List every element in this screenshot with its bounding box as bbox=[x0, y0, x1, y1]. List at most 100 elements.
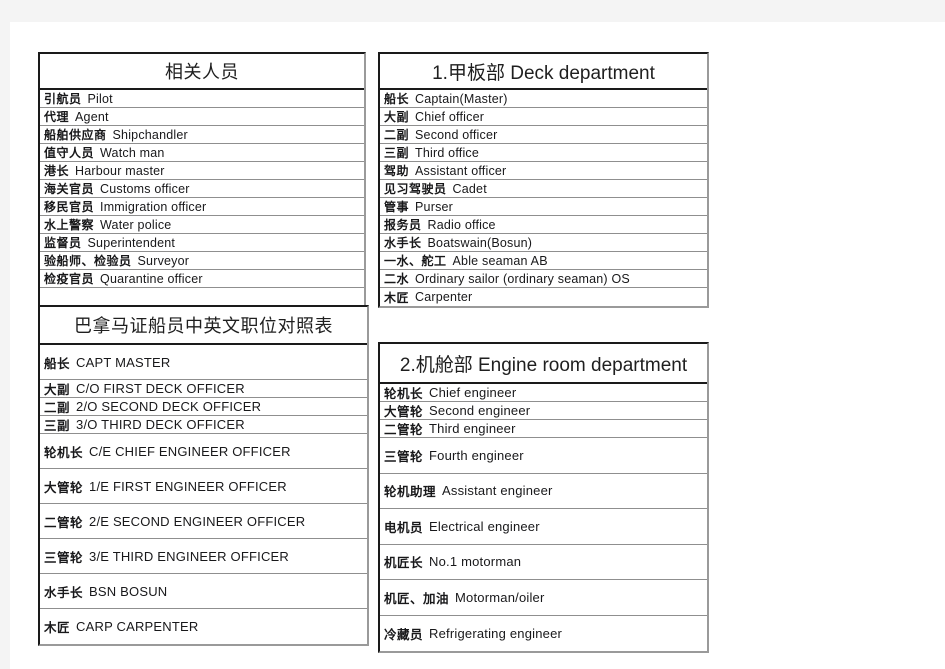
row-label-en: Boatswain(Bosun) bbox=[427, 235, 533, 250]
row-label-en: BSN BOSUN bbox=[89, 583, 168, 599]
table-row: 船长 Captain(Master) bbox=[380, 90, 707, 108]
row-label-cn: 管事 bbox=[384, 200, 410, 214]
row-label-en: Purser bbox=[415, 199, 454, 214]
table-row: 木匠 Carpenter bbox=[380, 288, 707, 306]
row-label-cn: 轮机长 bbox=[44, 444, 84, 460]
row-label-cn: 船长 bbox=[44, 355, 71, 371]
row-label-cn: 轮机长 bbox=[384, 386, 424, 401]
row-label-en: Fourth engineer bbox=[429, 447, 524, 463]
row-label-en: Third engineer bbox=[429, 421, 516, 436]
row-label-cn: 值守人员 bbox=[44, 146, 95, 160]
row-label-en: Assistant engineer bbox=[442, 483, 553, 499]
row-label-cn: 移民官员 bbox=[44, 200, 95, 214]
row-label-cn: 港长 bbox=[44, 164, 70, 178]
table-row: 三副 Third office bbox=[380, 144, 707, 162]
row-label-cn: 报务员 bbox=[384, 218, 422, 232]
table-row: 报务员 Radio office bbox=[380, 216, 707, 234]
row-label-en: Ordinary sailor (ordinary seaman) OS bbox=[415, 271, 630, 286]
row-label-en: C/O FIRST DECK OFFICER bbox=[76, 381, 245, 396]
row-label-en: Harbour master bbox=[75, 163, 165, 178]
row-label-cn: 三副 bbox=[44, 418, 71, 433]
table-row: 电机员 Electrical engineer bbox=[380, 509, 707, 545]
table-related-personnel: 相关人员 引航员 Pilot 代理 Agent 船舶供应商 Shipchandl… bbox=[38, 52, 366, 308]
table-panama-certificate-body: 船长 CAPT MASTER 大副 C/O FIRST DECK OFFICER… bbox=[40, 345, 367, 644]
table-row: 见习驾驶员 Cadet bbox=[380, 180, 707, 198]
table-row: 水手长 BSN BOSUN bbox=[40, 574, 367, 609]
table-deck-department: 1.甲板部 Deck department 船长 Captain(Master)… bbox=[378, 52, 709, 308]
table-row: 三副 3/O THIRD DECK OFFICER bbox=[40, 416, 367, 434]
row-label-en: Able seaman AB bbox=[452, 253, 548, 268]
row-label-cn: 监督员 bbox=[44, 236, 82, 250]
table-panama-certificate-title: 巴拿马证船员中英文职位对照表 bbox=[74, 316, 333, 337]
row-label-en: Chief officer bbox=[415, 109, 485, 124]
row-label-cn: 轮机助理 bbox=[384, 484, 437, 500]
row-label-en: Second engineer bbox=[429, 403, 531, 418]
row-label-en: Superintendent bbox=[87, 235, 176, 250]
table-row: 移民官员 Immigration officer bbox=[40, 198, 364, 216]
row-label-cn: 二副 bbox=[44, 400, 71, 415]
row-label-cn: 驾助 bbox=[384, 164, 410, 178]
row-label-cn: 海关官员 bbox=[44, 182, 95, 196]
page-top-band bbox=[0, 0, 945, 22]
row-label-en: 1/E FIRST ENGINEER OFFICER bbox=[89, 478, 287, 494]
row-label-cn: 三管轮 bbox=[44, 549, 84, 565]
row-label-en: Assistant officer bbox=[415, 163, 507, 178]
row-label-cn: 见习驾驶员 bbox=[384, 182, 447, 196]
row-label-cn: 船长 bbox=[384, 92, 410, 106]
row-label-en: Carpenter bbox=[415, 290, 473, 304]
table-row: 驾助 Assistant officer bbox=[380, 162, 707, 180]
row-label-en: Shipchandler bbox=[112, 127, 188, 142]
row-label-en: 2/E SECOND ENGINEER OFFICER bbox=[89, 513, 306, 529]
row-label-cn: 木匠 bbox=[384, 290, 410, 305]
table-row: 引航员 Pilot bbox=[40, 90, 364, 108]
row-label-cn: 木匠 bbox=[44, 620, 71, 635]
row-label-en: Radio office bbox=[427, 217, 496, 232]
table-row: 验船师、检验员 Surveyor bbox=[40, 252, 364, 270]
table-engine-room-department-title: 2.机舱部 Engine room department bbox=[399, 354, 688, 376]
table-row: 大管轮 1/E FIRST ENGINEER OFFICER bbox=[40, 469, 367, 504]
table-row: 二副 Second officer bbox=[380, 126, 707, 144]
table-row: 冷藏员 Refrigerating engineer bbox=[380, 616, 707, 652]
row-label-en: Customs officer bbox=[100, 181, 190, 196]
table-row: 轮机助理 Assistant engineer bbox=[380, 474, 707, 509]
table-row: 水手长 Boatswain(Bosun) bbox=[380, 234, 707, 252]
table-row: 海关官员 Customs officer bbox=[40, 180, 364, 198]
table-deck-department-title: 1.甲板部 Deck department bbox=[432, 62, 655, 84]
table-panama-certificate: 巴拿马证船员中英文职位对照表 船长 CAPT MASTER 大副 C/O FIR… bbox=[38, 305, 369, 646]
row-label-en: Chief engineer bbox=[429, 385, 517, 400]
row-label-en: Captain(Master) bbox=[415, 91, 508, 106]
row-label-cn: 机匠长 bbox=[384, 555, 424, 571]
row-label-cn: 二管轮 bbox=[44, 514, 84, 530]
table-engine-room-department-body: 轮机长 Chief engineer 大管轮 Second engineer 二… bbox=[380, 384, 707, 651]
row-label-cn: 大管轮 bbox=[384, 404, 424, 419]
table-related-personnel-header: 相关人员 bbox=[40, 54, 364, 90]
row-label-en: Third office bbox=[415, 145, 480, 160]
table-deck-department-body: 船长 Captain(Master) 大副 Chief officer 二副 S… bbox=[380, 90, 707, 306]
table-row: 一水、舵工 Able seaman AB bbox=[380, 252, 707, 270]
table-row: 水上警察 Water police bbox=[40, 216, 364, 234]
row-label-cn: 检疫官员 bbox=[44, 272, 95, 286]
table-engine-room-department-header: 2.机舱部 Engine room department bbox=[380, 344, 707, 384]
row-label-en: Cadet bbox=[452, 181, 487, 196]
table-row-spacer bbox=[40, 288, 364, 306]
row-label-cn: 一水、舵工 bbox=[384, 254, 447, 268]
document-sheet: 相关人员 引航员 Pilot 代理 Agent 船舶供应商 Shipchandl… bbox=[10, 22, 945, 669]
table-row: 代理 Agent bbox=[40, 108, 364, 126]
table-row: 机匠长 No.1 motorman bbox=[380, 545, 707, 580]
row-label-en: Watch man bbox=[100, 145, 165, 160]
table-panama-certificate-header: 巴拿马证船员中英文职位对照表 bbox=[40, 307, 367, 345]
row-label-en: No.1 motorman bbox=[429, 554, 522, 570]
table-row: 二管轮 2/E SECOND ENGINEER OFFICER bbox=[40, 504, 367, 539]
row-label-cn: 大管轮 bbox=[44, 479, 84, 495]
table-row: 大管轮 Second engineer bbox=[380, 402, 707, 420]
row-label-cn: 二水 bbox=[384, 272, 410, 286]
table-row: 轮机长 Chief engineer bbox=[380, 384, 707, 402]
row-label-cn: 冷藏员 bbox=[384, 626, 424, 642]
row-label-cn: 大副 bbox=[44, 382, 71, 397]
row-label-cn: 二管轮 bbox=[384, 422, 424, 437]
table-related-personnel-title: 相关人员 bbox=[165, 62, 239, 83]
row-label-cn: 二副 bbox=[384, 128, 410, 142]
row-label-cn: 代理 bbox=[44, 110, 70, 124]
table-row: 监督员 Superintendent bbox=[40, 234, 364, 252]
row-label-cn: 三副 bbox=[384, 146, 410, 160]
